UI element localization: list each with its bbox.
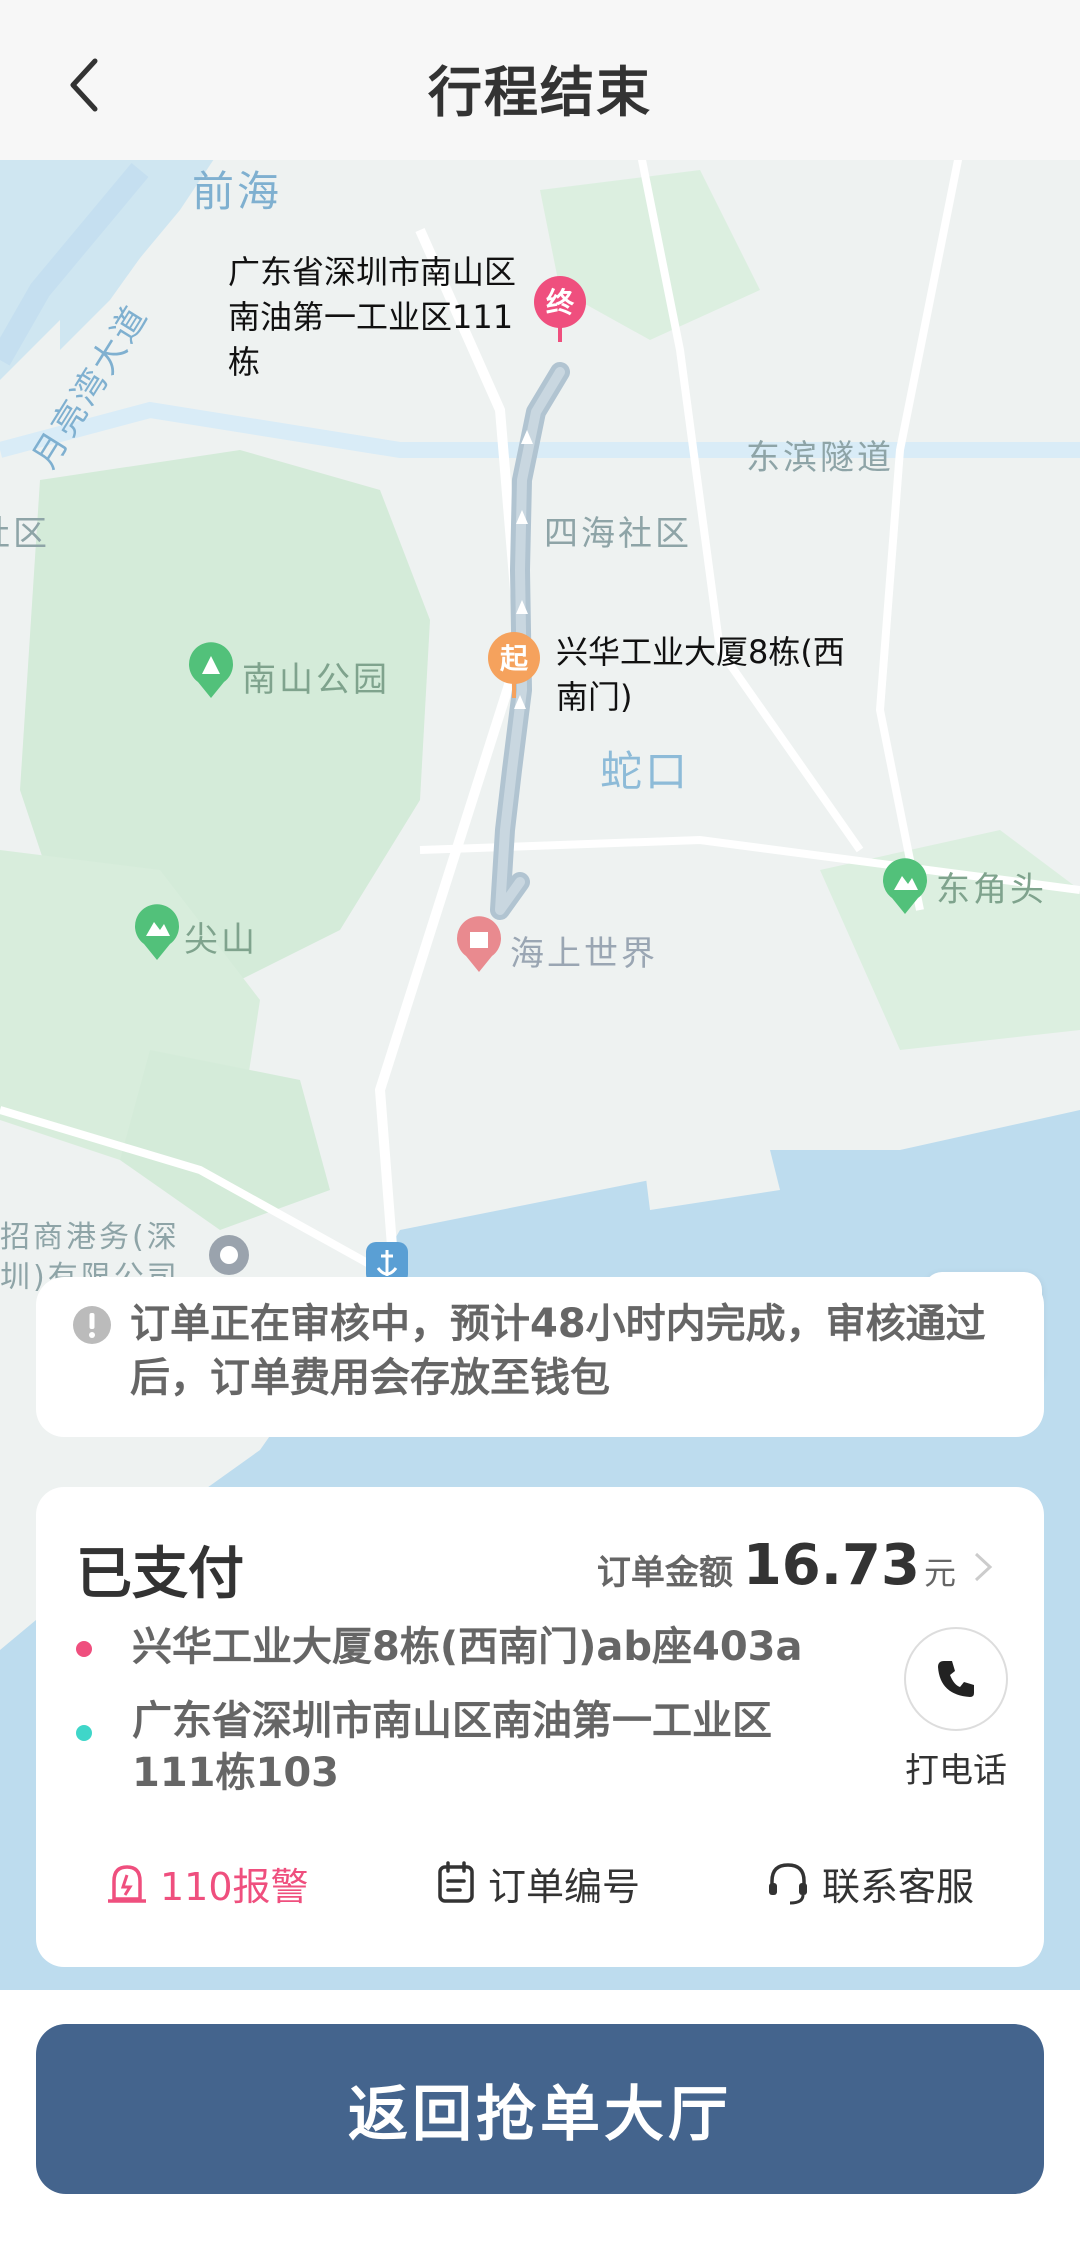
park-poi-icon <box>189 642 233 698</box>
customer-service-label: 联系客服 <box>822 1864 975 1909</box>
map-label-sihai: 四海社区 <box>544 514 692 554</box>
pickup-dot <box>76 1641 92 1657</box>
end-marker-icon: 终 <box>534 276 586 342</box>
order-number-button[interactable]: 订单编号 <box>436 1843 640 1923</box>
order-actions: 110报警 订单编号 联系客服 <box>36 1843 1044 1923</box>
order-number-label: 订单编号 <box>488 1864 641 1909</box>
map-label-nanshan-park: 南山公园 <box>242 660 390 700</box>
call-button[interactable]: 打电话 <box>896 1627 1016 1792</box>
map-label-dongjiaotou: 东角头 <box>936 870 1047 910</box>
order-amount-unit: 元 <box>923 1554 956 1592</box>
payment-status: 已支付 <box>76 1542 244 1607</box>
map-label-shequ: 社区 <box>0 514 50 554</box>
chevron-right-icon <box>974 1552 993 1582</box>
map-label-haishang: 海上世界 <box>510 934 658 974</box>
map-label-shekou: 蛇口 <box>600 747 691 796</box>
start-marker-text: 起 <box>500 642 529 675</box>
park-poi-icon <box>135 904 179 960</box>
pickup-row: 兴华工业大厦8栋(西南门)ab座403a <box>76 1621 852 1673</box>
map-label-qianhai: 前海 <box>192 167 283 216</box>
end-marker-text: 终 <box>546 286 575 319</box>
phone-icon <box>938 1661 974 1697</box>
landmark-poi-icon <box>457 916 501 972</box>
headset-icon <box>769 1863 807 1905</box>
page-title: 行程结束 <box>428 61 652 124</box>
dropoff-dot <box>76 1725 92 1741</box>
order-amount-link[interactable]: 订单金额 16.73 元 <box>597 1533 994 1598</box>
end-address-label: 广东省深圳市南山区南油第一工业区111栋 <box>228 253 517 381</box>
info-icon <box>73 1306 111 1344</box>
alarm-icon <box>108 1865 146 1903</box>
start-marker-icon: 起 <box>488 632 540 698</box>
review-notice: 订单正在审核中，预计48小时内完成，审核通过后，订单费用会存放至钱包 <box>36 1277 1044 1437</box>
start-address-label: 兴华工业大厦8栋(西南门) <box>556 633 845 716</box>
order-amount-label: 订单金额 <box>596 1553 733 1593</box>
police-label: 110报警 <box>160 1864 309 1909</box>
bottom-bar: 返回抢单大厅 <box>0 1990 1080 2255</box>
top-bar: 行程结束 <box>0 0 1080 160</box>
order-amount-value: 16.73 <box>742 1533 920 1598</box>
map-label-jianshan: 尖山 <box>184 920 258 960</box>
customer-service-button[interactable]: 联系客服 <box>766 1843 974 1923</box>
call-label: 打电话 <box>905 1751 1007 1791</box>
call-circle <box>904 1627 1008 1731</box>
police-button[interactable]: 110报警 <box>106 1843 309 1923</box>
map-label-dongbin: 东滨隧道 <box>746 438 894 478</box>
clipboard-icon <box>438 1861 474 1903</box>
return-to-hall-button[interactable]: 返回抢单大厅 <box>36 2024 1044 2194</box>
dropoff-address: 广东省深圳市南山区南油第一工业区111栋103 <box>132 1698 772 1796</box>
pickup-address: 兴华工业大厦8栋(西南门)ab座403a <box>132 1624 803 1670</box>
order-card: 已支付 订单金额 16.73 元 兴华工业大厦8栋(西南门)ab座403a 广东… <box>36 1487 1044 1967</box>
park-poi-icon <box>883 858 927 914</box>
dropoff-row: 广东省深圳市南山区南油第一工业区111栋103 <box>76 1695 852 1799</box>
review-notice-text: 订单正在审核中，预计48小时内完成，审核通过后，订单费用会存放至钱包 <box>130 1301 986 1401</box>
